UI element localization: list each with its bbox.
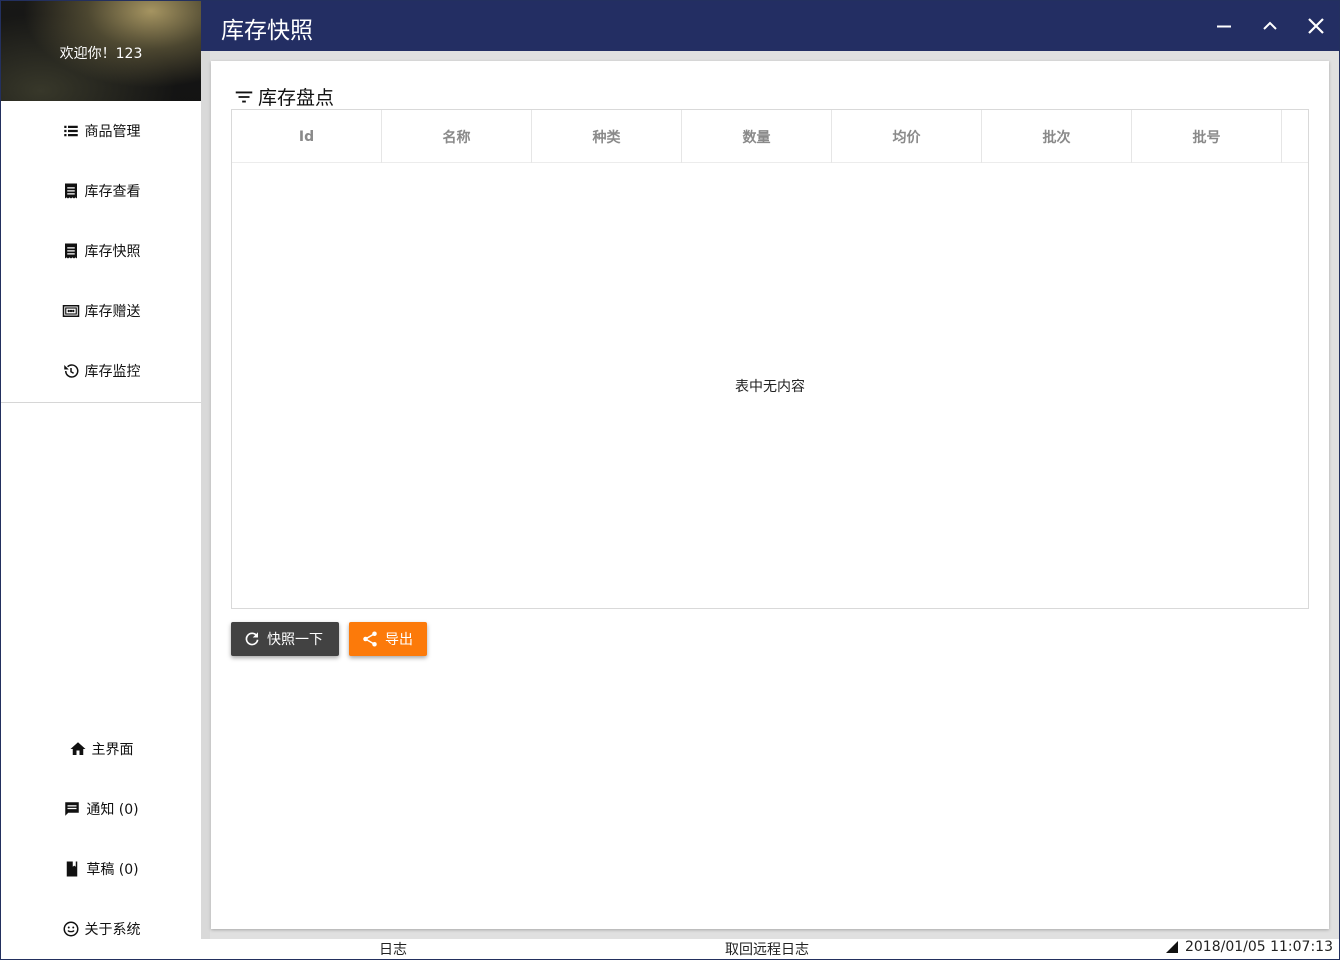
sidebar-item-label: 库存快照	[84, 244, 141, 260]
sidebar-item-about[interactable]: 关于系统	[1, 909, 201, 949]
column-header-filler	[1282, 110, 1308, 163]
close-button[interactable]	[1301, 11, 1331, 41]
sidebar-item-inventory-monitor[interactable]: 库存监控	[1, 351, 201, 391]
export-button-label: 导出	[385, 632, 413, 648]
sidebar-item-home[interactable]: 主界面	[1, 729, 201, 769]
welcome-text: 欢迎你！123	[59, 46, 143, 62]
snapshot-button-label: 快照一下	[267, 632, 323, 648]
sidebar-item-label: 库存赠送	[84, 304, 141, 320]
close-icon	[1308, 18, 1324, 34]
refresh-icon	[245, 632, 259, 646]
sidebar-divider	[1, 402, 201, 403]
book-icon	[63, 860, 81, 878]
sidebar-item-label: 库存监控	[84, 364, 141, 380]
maximize-button[interactable]	[1255, 11, 1285, 41]
column-header-quantity[interactable]: 数量	[682, 110, 832, 163]
inventory-table: Id 名称 种类 数量 均价 批次 批号 表中无内容	[231, 109, 1309, 609]
smile-icon	[62, 920, 80, 938]
sidebar-item-label: 商品管理	[84, 124, 141, 140]
column-header-batch[interactable]: 批次	[982, 110, 1132, 163]
export-button[interactable]: 导出	[349, 622, 427, 656]
sidebar: 欢迎你！123 商品管理 库存查看 库存快照 库存赠送 库存监控 主界面 通知 …	[1, 1, 201, 959]
column-header-avg-price[interactable]: 均价	[832, 110, 982, 163]
share-icon	[363, 631, 377, 647]
sidebar-item-drafts[interactable]: 草稿 (0)	[1, 849, 201, 889]
filter-icon	[235, 91, 253, 102]
table-empty-message: 表中无内容	[735, 379, 805, 395]
column-header-category[interactable]: 种类	[532, 110, 682, 163]
money-icon	[62, 302, 80, 320]
log-link[interactable]: 日志	[379, 939, 407, 959]
sidebar-item-notifications[interactable]: 通知 (0)	[1, 789, 201, 829]
sidebar-item-label: 草稿 (0)	[86, 862, 139, 878]
receipt-icon	[62, 242, 80, 260]
sidebar-item-label: 关于系统	[84, 922, 141, 938]
sidebar-item-inventory-view[interactable]: 库存查看	[1, 171, 201, 211]
sidebar-header-image: 欢迎你！123	[1, 1, 201, 101]
sidebar-edge-shade	[201, 51, 210, 939]
status-datetime: 2018/01/05 11:07:13	[1165, 939, 1333, 955]
status-bar: 日志 取回远程日志 2018/01/05 11:07:13	[201, 939, 1339, 959]
column-header-id[interactable]: Id	[232, 110, 382, 163]
window-title: 库存快照	[221, 18, 313, 44]
list-icon	[62, 122, 80, 140]
title-bar: 库存快照	[201, 1, 1339, 51]
sidebar-item-label: 主界面	[91, 742, 134, 758]
minimize-button[interactable]	[1209, 11, 1239, 41]
column-header-name[interactable]: 名称	[382, 110, 532, 163]
sidebar-item-label: 通知 (0)	[86, 802, 139, 818]
chevron-up-icon	[1263, 21, 1277, 30]
minimize-icon	[1217, 25, 1231, 28]
table-header: Id 名称 种类 数量 均价 批次 批号	[232, 110, 1308, 163]
home-icon	[69, 740, 87, 758]
history-icon	[62, 362, 80, 380]
signal-icon	[1165, 941, 1178, 953]
sidebar-item-label: 库存查看	[84, 184, 141, 200]
section-title-text: 库存盘点	[258, 87, 335, 109]
sidebar-item-product-management[interactable]: 商品管理	[1, 111, 201, 151]
column-header-batch-number[interactable]: 批号	[1132, 110, 1282, 163]
snapshot-button[interactable]: 快照一下	[231, 622, 339, 656]
datetime-text: 2018/01/05 11:07:13	[1184, 939, 1333, 955]
receipt-icon	[62, 182, 80, 200]
content-card: 库存盘点 Id 名称 种类 数量 均价 批次 批号 表中无内容 快照一下 导出	[211, 61, 1329, 929]
fetch-remote-log-link[interactable]: 取回远程日志	[725, 939, 809, 959]
message-icon	[63, 800, 81, 818]
sidebar-item-inventory-gift[interactable]: 库存赠送	[1, 291, 201, 331]
section-title: 库存盘点	[233, 83, 334, 110]
sidebar-item-inventory-snapshot[interactable]: 库存快照	[1, 231, 201, 271]
